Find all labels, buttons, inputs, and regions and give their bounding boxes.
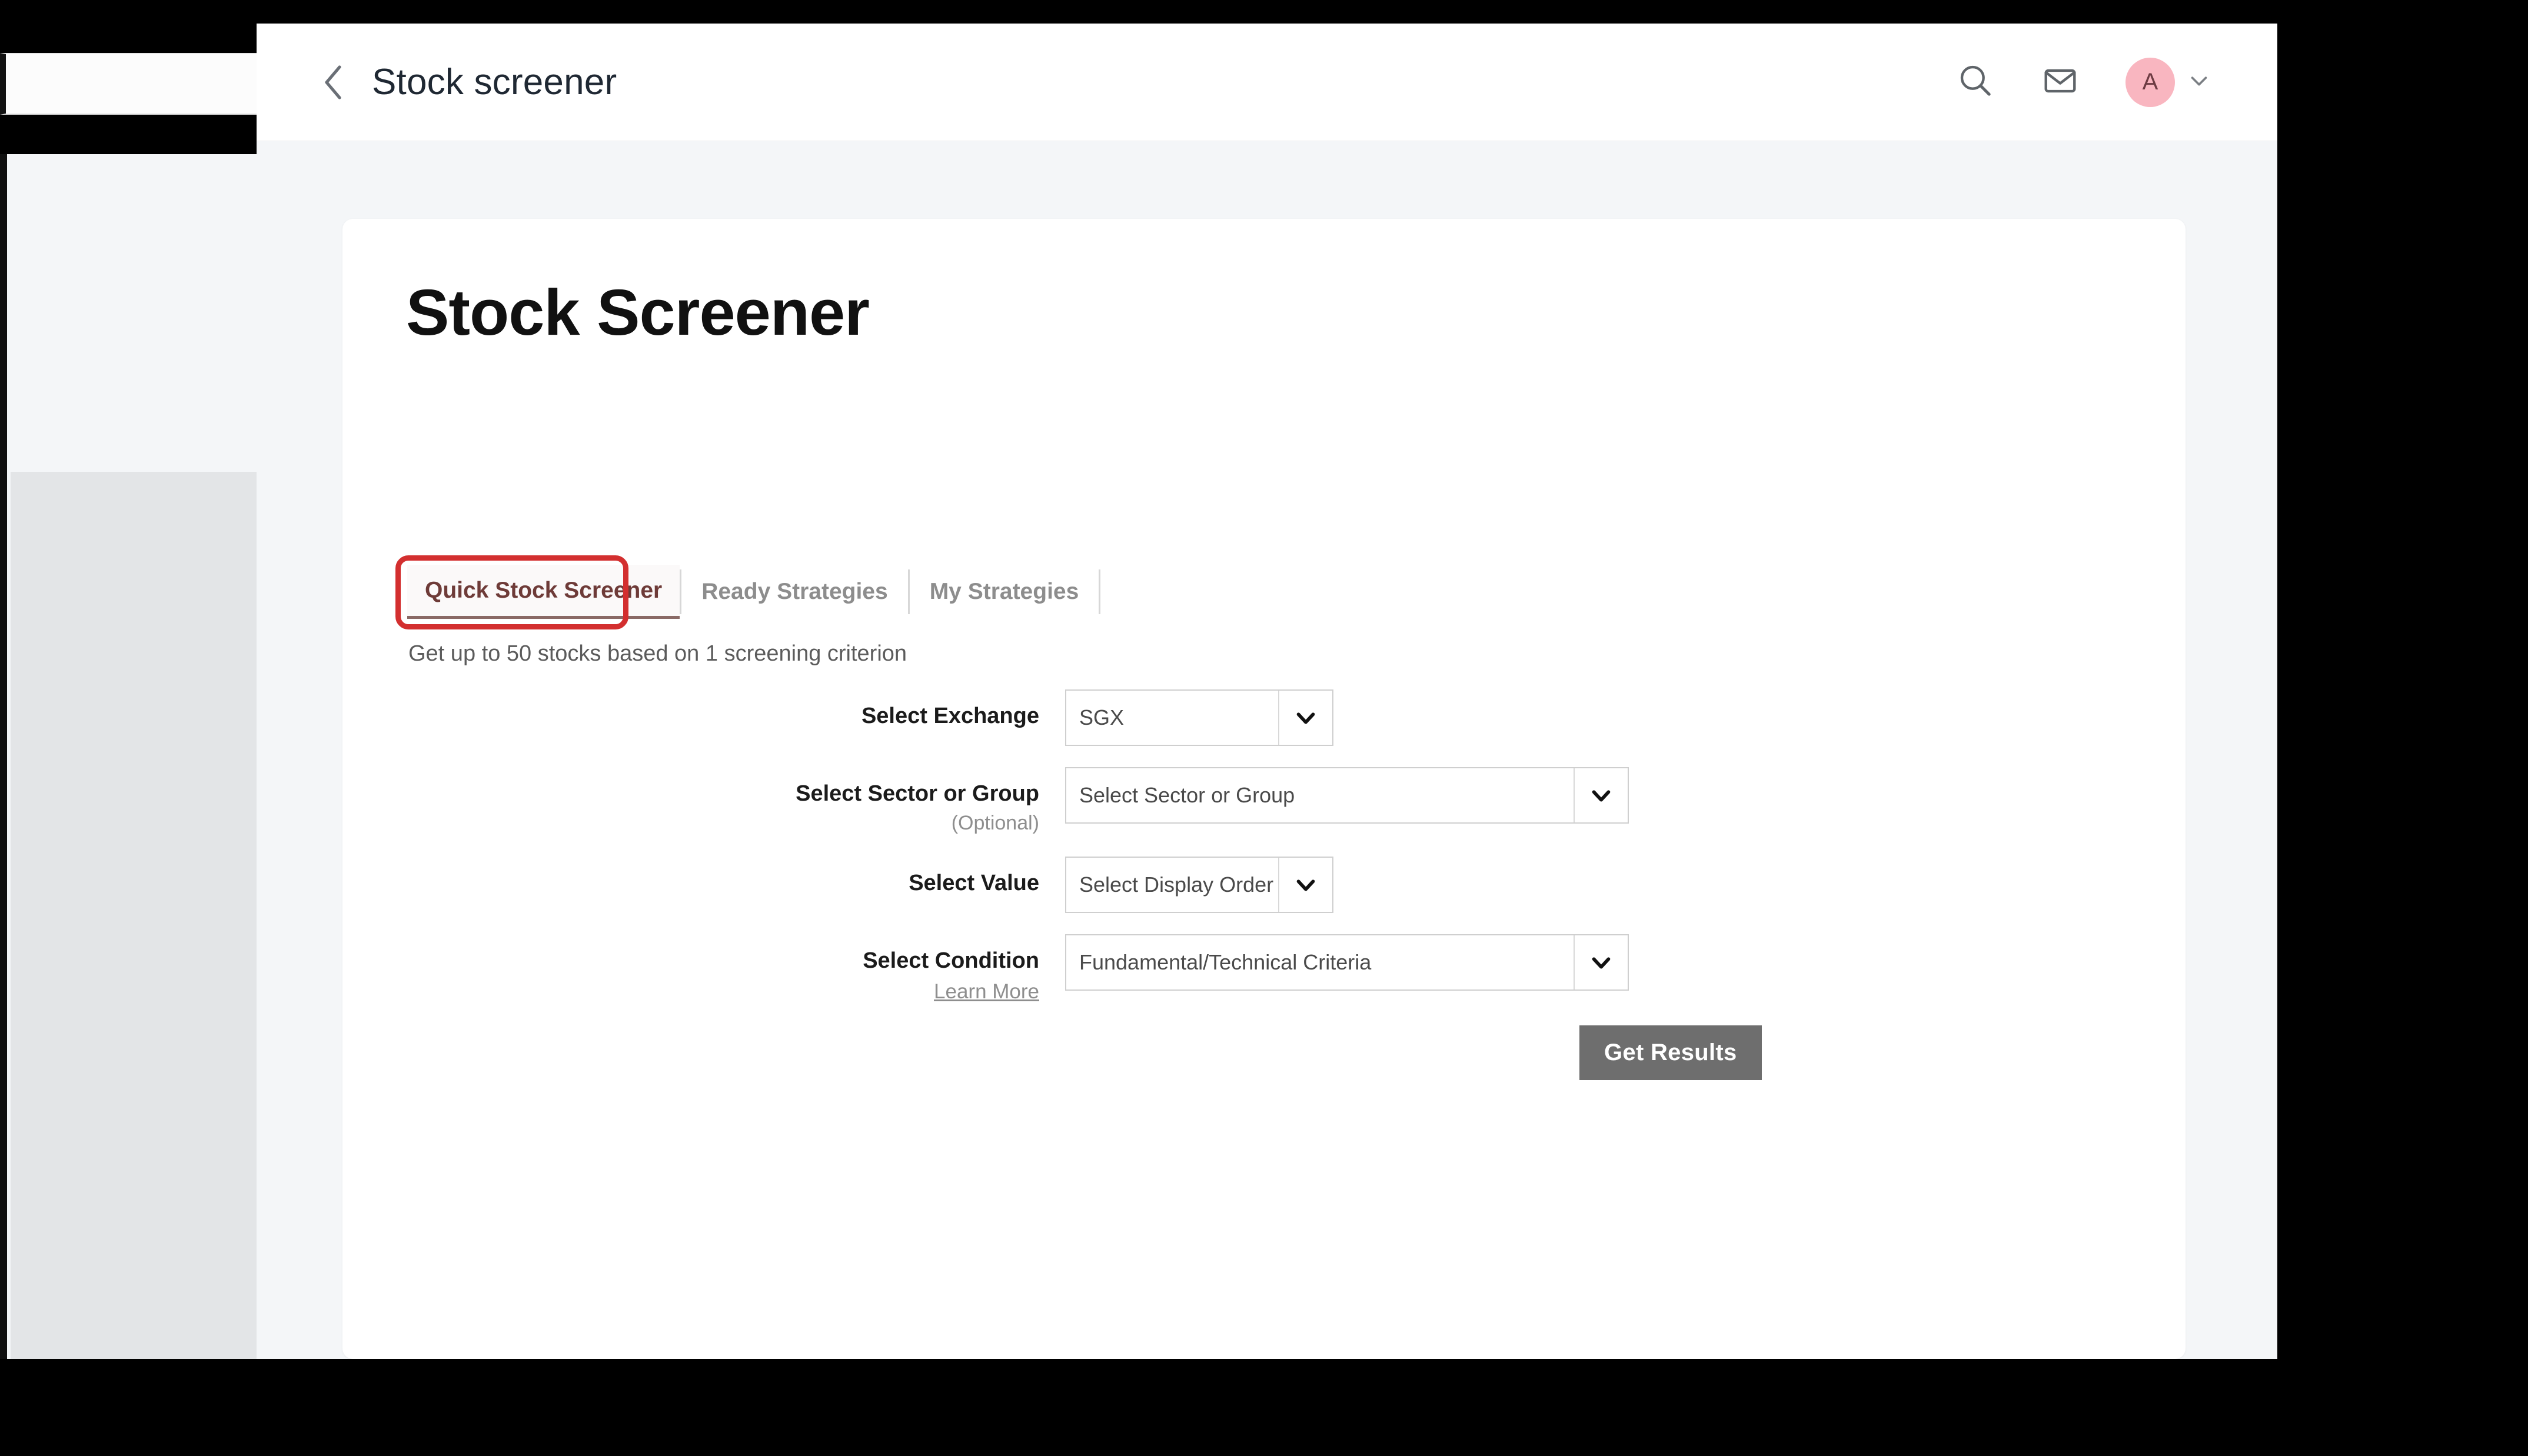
left-page-backdrop: [0, 154, 257, 1359]
form-row-submit: Get Results: [342, 1025, 2186, 1081]
left-page-backdrop-inner: [11, 472, 257, 1359]
page-title: Stock Screener: [406, 276, 870, 349]
chevron-down-icon: [2186, 67, 2213, 97]
form-row-sector: Select Sector or Group (Optional) Select…: [342, 767, 2186, 835]
tab-ready-strategies[interactable]: Ready Strategies: [681, 565, 907, 619]
mail-button[interactable]: [2041, 63, 2080, 102]
search-button[interactable]: [1956, 63, 1995, 102]
tab-label: Quick Stock Screener: [425, 577, 663, 603]
exchange-label: Select Exchange: [861, 704, 1039, 728]
sector-optional-note: (Optional): [951, 811, 1039, 834]
form-row-condition: Select Condition Learn More Fundamental/…: [342, 934, 2186, 1004]
tab-my-strategies[interactable]: My Strategies: [910, 565, 1099, 619]
account-menu-button[interactable]: A: [2125, 57, 2213, 107]
submit-spacer: [342, 1025, 1579, 1080]
sector-label: Select Sector or Group (Optional): [342, 767, 1065, 835]
avatar: A: [2125, 57, 2175, 107]
page-subtitle: Get up to 50 stocks based on 1 screening…: [408, 641, 907, 666]
app-window: Stock screener A Stock Screener Quick St…: [257, 24, 2277, 1359]
value-select-value: Select Display Order: [1079, 872, 1274, 897]
form-row-exchange: Select Exchange SGX: [342, 689, 2186, 746]
chevron-down-icon: [1574, 935, 1628, 989]
sector-select-value: Select Sector or Group: [1079, 783, 1295, 807]
chevron-left-icon: [322, 64, 345, 101]
get-results-button[interactable]: Get Results: [1579, 1025, 1762, 1081]
exchange-select[interactable]: SGX: [1065, 689, 1333, 746]
sector-label-text: Select Sector or Group: [796, 781, 1039, 806]
stock-screener-card: Stock Screener Quick Stock Screener Read…: [342, 219, 2186, 1359]
chevron-down-icon: [1278, 691, 1332, 745]
tab-label: Ready Strategies: [701, 579, 888, 604]
left-background-strip: [0, 53, 257, 115]
topbar-title: Stock screener: [372, 62, 617, 102]
tab-bar: Quick Stock Screener Ready Strategies My…: [407, 565, 1101, 619]
tab-divider: [1099, 569, 1101, 614]
back-button[interactable]: [320, 65, 347, 100]
chevron-down-icon: [1574, 768, 1628, 822]
screener-form: Select Exchange SGX Select Sector or Gro…: [342, 689, 2186, 1081]
condition-label: Select Condition Learn More: [342, 934, 1065, 1004]
learn-more-link[interactable]: Learn More: [342, 979, 1039, 1005]
condition-select[interactable]: Fundamental/Technical Criteria: [1065, 934, 1629, 991]
form-row-value: Select Value Select Display Order: [342, 857, 2186, 913]
screenshot-root: Stock screener A Stock Screener Quick St…: [0, 0, 2528, 1456]
topbar-right-group: A: [1956, 57, 2213, 107]
search-icon: [1957, 62, 1994, 102]
sector-select[interactable]: Select Sector or Group: [1065, 767, 1629, 824]
tab-label: My Strategies: [929, 579, 1079, 604]
exchange-select-value: SGX: [1079, 705, 1125, 729]
value-label: Select Value: [909, 871, 1039, 895]
mail-icon: [2042, 62, 2078, 102]
chevron-down-icon: [1278, 858, 1332, 912]
condition-select-value: Fundamental/Technical Criteria: [1079, 950, 1372, 974]
topbar-left-group: Stock screener: [320, 61, 617, 103]
tab-quick-stock-screener[interactable]: Quick Stock Screener: [407, 565, 680, 619]
app-topbar: Stock screener A: [257, 24, 2277, 141]
condition-label-text: Select Condition: [863, 948, 1039, 973]
value-select[interactable]: Select Display Order: [1065, 857, 1333, 913]
